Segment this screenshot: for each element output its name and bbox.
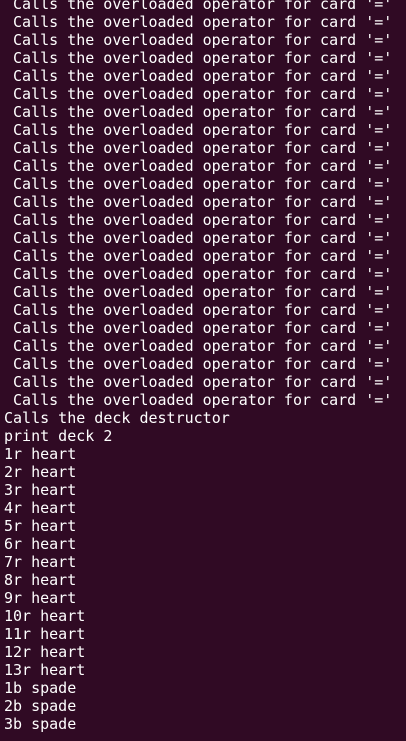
terminal-line: 2b spade (4, 697, 77, 715)
terminal-line: Calls the overloaded operator for card '… (13, 211, 393, 229)
terminal-line: Calls the overloaded operator for card '… (13, 247, 393, 265)
terminal-line: Calls the overloaded operator for card '… (13, 139, 393, 157)
terminal-line: Calls the overloaded operator for card '… (13, 31, 393, 49)
terminal-line: Calls the overloaded operator for card '… (13, 373, 393, 391)
terminal-line: Calls the overloaded operator for card '… (13, 319, 393, 337)
terminal-line: Calls the overloaded operator for card '… (13, 49, 393, 67)
terminal-line: 12r heart (4, 643, 86, 661)
terminal-line: 1b spade (4, 679, 77, 697)
terminal-line: Calls the overloaded operator for card '… (13, 67, 393, 85)
terminal-line: Calls the overloaded operator for card '… (13, 175, 393, 193)
terminal-line: Calls the overloaded operator for card '… (13, 193, 393, 211)
terminal-line: Calls the overloaded operator for card '… (13, 121, 393, 139)
terminal-line: Calls the overloaded operator for card '… (13, 265, 393, 283)
terminal-line: Calls the overloaded operator for card '… (13, 85, 393, 103)
terminal-line: Calls the overloaded operator for card '… (13, 229, 393, 247)
terminal-line: Calls the overloaded operator for card '… (13, 157, 393, 175)
terminal-line: 6r heart (4, 535, 77, 553)
terminal-line: Calls the overloaded operator for card '… (13, 337, 393, 355)
terminal-line: 3b spade (4, 715, 77, 733)
terminal-output: Calls the overloaded operator for card '… (0, 0, 392, 733)
terminal-line: Calls the overloaded operator for card '… (13, 103, 393, 121)
terminal-line: Calls the overloaded operator for card '… (13, 283, 393, 301)
terminal-line: Calls the overloaded operator for card '… (13, 301, 393, 319)
terminal-line: print deck 2 (4, 427, 113, 445)
terminal-line: 1r heart (4, 445, 77, 463)
terminal-window[interactable]: Calls the overloaded operator for card '… (0, 0, 406, 741)
terminal-line: Calls the overloaded operator for card '… (13, 0, 393, 13)
terminal-line: 13r heart (4, 661, 86, 679)
terminal-line: 8r heart (4, 571, 77, 589)
terminal-line: 11r heart (4, 625, 86, 643)
terminal-line: 5r heart (4, 517, 77, 535)
terminal-line: 2r heart (4, 463, 77, 481)
terminal-line: Calls the overloaded operator for card '… (13, 391, 393, 409)
terminal-line: Calls the overloaded operator for card '… (13, 13, 393, 31)
terminal-line: 10r heart (4, 607, 86, 625)
terminal-line: 7r heart (4, 553, 77, 571)
terminal-line: Calls the deck destructor (4, 409, 230, 427)
terminal-line: Calls the overloaded operator for card '… (13, 355, 393, 373)
terminal-line: 3r heart (4, 481, 77, 499)
terminal-line: 4r heart (4, 499, 77, 517)
terminal-line: 9r heart (4, 589, 77, 607)
